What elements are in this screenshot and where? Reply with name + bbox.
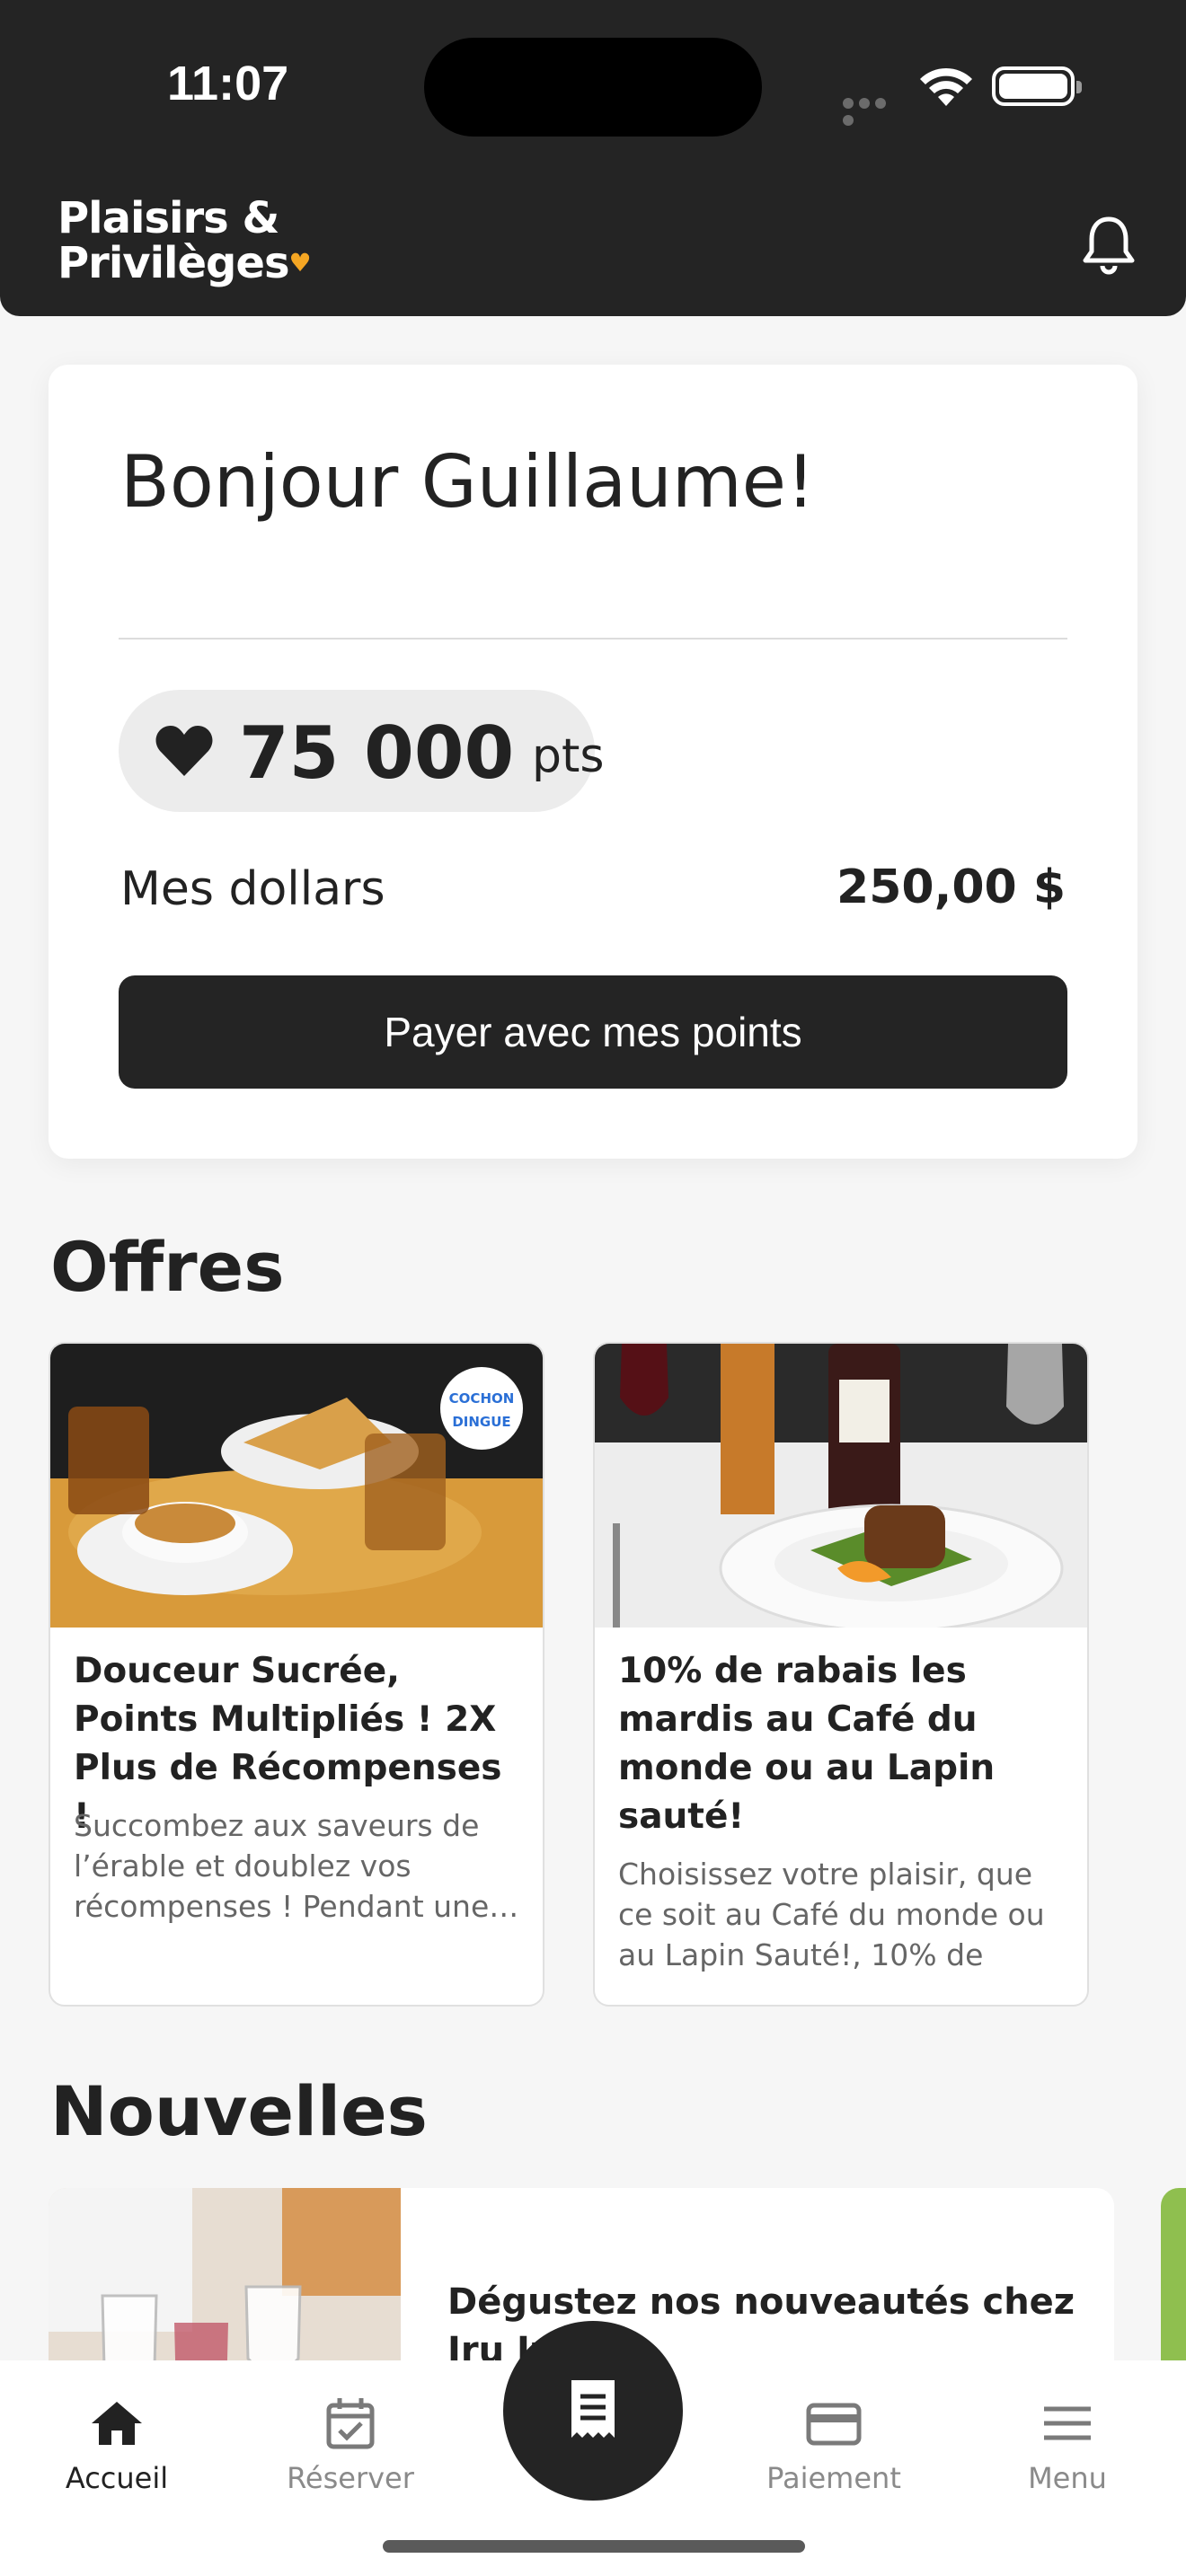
- offer-image: COCHON DINGUE: [50, 1344, 543, 1628]
- pay-with-points-button[interactable]: Payer avec mes points: [119, 975, 1067, 1089]
- brand-badge-line-1: COCHON: [449, 1390, 515, 1407]
- battery-icon: [992, 66, 1082, 106]
- tab-reserver[interactable]: Réserver: [252, 2395, 449, 2495]
- greeting: Bonjour Guillaume!: [120, 440, 816, 524]
- app-logo: Plaisirs & Privilèges♥: [58, 193, 312, 288]
- dynamic-island: [424, 38, 762, 137]
- offer-description: Choisissez votre plaisir, que ce soit au…: [618, 1857, 1045, 1972]
- cellular-signal-icon: [843, 95, 902, 126]
- tab-label: Menu: [1028, 2461, 1107, 2495]
- divider: [119, 638, 1067, 640]
- news-section-title: Nouvelles: [50, 2071, 428, 2151]
- wifi-icon: [920, 67, 972, 106]
- tab-label: Réserver: [287, 2461, 414, 2495]
- bell-icon[interactable]: [1076, 212, 1141, 277]
- offer-card[interactable]: 10% de rabais les mardis au Café du mond…: [593, 1342, 1089, 2007]
- receipt-icon: [571, 2380, 615, 2438]
- logo-line-2: Privilèges: [58, 238, 290, 288]
- offer-card[interactable]: COCHON DINGUE Douceur Sucrée, Points Mul…: [49, 1342, 544, 2007]
- points-unit: pts: [532, 729, 605, 783]
- offer-description: Succombez aux saveurs de l’érable et dou…: [74, 1808, 519, 1924]
- logo-line-1: Plaisirs &: [58, 193, 279, 243]
- points-badge: 75 000 pts: [119, 690, 605, 812]
- home-indicator[interactable]: [383, 2540, 805, 2553]
- receipt-fab-button[interactable]: [503, 2321, 683, 2501]
- brand-badge-line-2: DINGUE: [452, 1414, 510, 1430]
- heart-icon: [155, 726, 213, 776]
- points-value: 75 000: [239, 711, 515, 795]
- tab-paiement[interactable]: Paiement: [735, 2395, 933, 2495]
- home-icon: [92, 2402, 142, 2445]
- account-summary-card: Bonjour Guillaume! 75 000 pts Mes dollar…: [49, 365, 1137, 1159]
- tab-label: Paiement: [766, 2461, 901, 2495]
- app-header: 11:07 Plaisirs & Privilèges♥: [0, 0, 1186, 316]
- credit-card-icon: [806, 2403, 862, 2446]
- hamburger-menu-icon: [1044, 2406, 1091, 2440]
- tab-label: Accueil: [65, 2461, 169, 2495]
- status-time: 11:07: [167, 57, 289, 110]
- dollars-label: Mes dollars: [120, 862, 385, 916]
- dollars-value: 250,00 $: [836, 860, 1066, 914]
- offer-title: 10% de rabais les mardis au Café du mond…: [618, 1651, 996, 1837]
- logo-heart-icon: ♥: [288, 248, 312, 278]
- offer-image: [595, 1344, 1087, 1628]
- calendar-check-icon: [326, 2398, 375, 2449]
- tab-accueil[interactable]: Accueil: [18, 2395, 216, 2495]
- offers-section-title: Offres: [50, 1227, 285, 1307]
- tab-menu[interactable]: Menu: [969, 2395, 1166, 2495]
